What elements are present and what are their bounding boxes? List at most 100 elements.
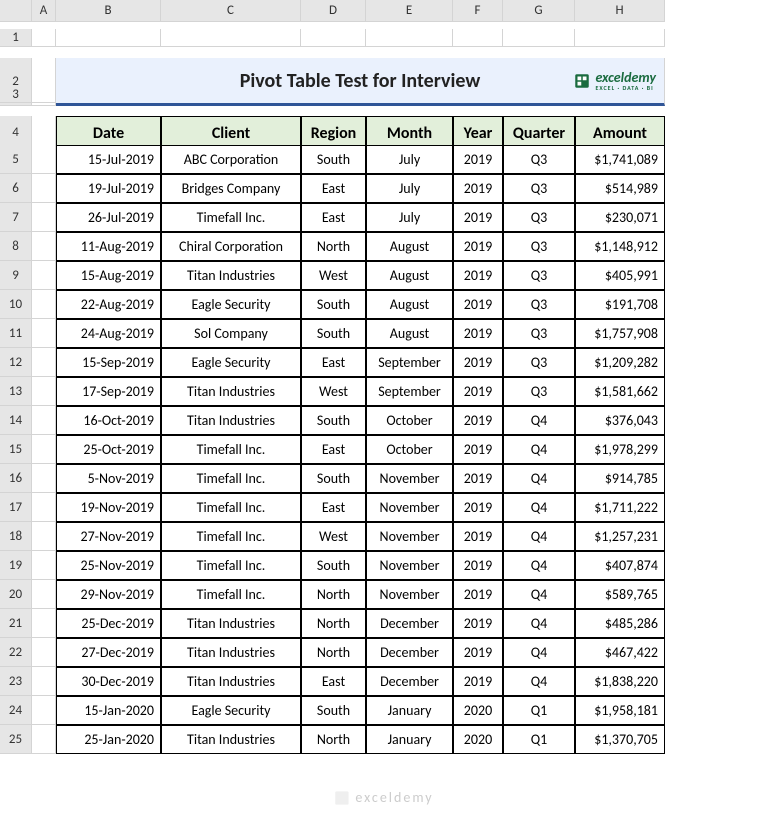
table-cell[interactable]: August	[366, 232, 453, 261]
table-cell[interactable]: $485,286	[575, 609, 665, 638]
table-cell[interactable]: July	[366, 203, 453, 232]
table-cell[interactable]: 11-Aug-2019	[56, 232, 161, 261]
cell-a1[interactable]	[32, 29, 56, 47]
table-cell[interactable]: North	[301, 609, 366, 638]
table-cell[interactable]: Q4	[503, 667, 575, 696]
table-cell[interactable]: Titan Industries	[161, 667, 301, 696]
table-cell[interactable]: Q3	[503, 261, 575, 290]
table-cell[interactable]: 2019	[453, 406, 503, 435]
row-head-16[interactable]: 16	[0, 464, 32, 493]
table-cell[interactable]: Titan Industries	[161, 406, 301, 435]
row-head-24[interactable]: 24	[0, 696, 32, 725]
table-cell[interactable]: November	[366, 522, 453, 551]
table-cell[interactable]: November	[366, 493, 453, 522]
table-cell[interactable]: Sol Company	[161, 319, 301, 348]
empty-cell[interactable]	[56, 29, 161, 47]
table-cell[interactable]: Timefall Inc.	[161, 203, 301, 232]
table-cell[interactable]: 25-Oct-2019	[56, 435, 161, 464]
table-cell[interactable]: Titan Industries	[161, 638, 301, 667]
table-cell[interactable]: Q1	[503, 725, 575, 754]
table-cell[interactable]: $1,148,912	[575, 232, 665, 261]
table-cell[interactable]: Eagle Security	[161, 290, 301, 319]
cell-a8[interactable]	[32, 232, 56, 261]
table-cell[interactable]: October	[366, 435, 453, 464]
cell-a22[interactable]	[32, 638, 56, 667]
table-cell[interactable]: July	[366, 145, 453, 174]
cell-a5[interactable]	[32, 145, 56, 174]
table-cell[interactable]: Q4	[503, 638, 575, 667]
table-cell[interactable]: November	[366, 580, 453, 609]
table-cell[interactable]: 2019	[453, 551, 503, 580]
table-cell[interactable]: 15-Sep-2019	[56, 348, 161, 377]
table-cell[interactable]: 2019	[453, 174, 503, 203]
table-cell[interactable]: ABC Corporation	[161, 145, 301, 174]
table-cell[interactable]: 27-Nov-2019	[56, 522, 161, 551]
table-cell[interactable]: 2019	[453, 203, 503, 232]
empty-cell[interactable]	[453, 29, 503, 47]
table-cell[interactable]: South	[301, 696, 366, 725]
row-head-22[interactable]: 22	[0, 638, 32, 667]
table-cell[interactable]: August	[366, 261, 453, 290]
table-cell[interactable]: 29-Nov-2019	[56, 580, 161, 609]
col-head-F[interactable]: F	[453, 0, 503, 22]
table-cell[interactable]: September	[366, 377, 453, 406]
table-cell[interactable]: $1,958,181	[575, 696, 665, 725]
table-cell[interactable]: 25-Dec-2019	[56, 609, 161, 638]
table-cell[interactable]: $376,043	[575, 406, 665, 435]
table-cell[interactable]: 2019	[453, 667, 503, 696]
table-cell[interactable]: 15-Jan-2020	[56, 696, 161, 725]
empty-cell[interactable]	[161, 29, 301, 47]
cell-a13[interactable]	[32, 377, 56, 406]
table-cell[interactable]: Q4	[503, 522, 575, 551]
table-cell[interactable]: January	[366, 725, 453, 754]
table-cell[interactable]: $589,765	[575, 580, 665, 609]
table-cell[interactable]: $1,838,220	[575, 667, 665, 696]
table-cell[interactable]: Q4	[503, 464, 575, 493]
cell-a14[interactable]	[32, 406, 56, 435]
cell-a16[interactable]	[32, 464, 56, 493]
table-cell[interactable]: Q4	[503, 435, 575, 464]
table-cell[interactable]: 2019	[453, 319, 503, 348]
table-cell[interactable]: 2019	[453, 580, 503, 609]
table-cell[interactable]: 2019	[453, 290, 503, 319]
table-cell[interactable]: November	[366, 464, 453, 493]
cell-a15[interactable]	[32, 435, 56, 464]
table-cell[interactable]: South	[301, 551, 366, 580]
table-cell[interactable]: $1,257,231	[575, 522, 665, 551]
cell-a20[interactable]	[32, 580, 56, 609]
table-cell[interactable]: 2019	[453, 232, 503, 261]
table-cell[interactable]: 2019	[453, 377, 503, 406]
cell-a7[interactable]	[32, 203, 56, 232]
empty-cell[interactable]	[503, 29, 575, 47]
col-head-G[interactable]: G	[503, 0, 575, 22]
col-head-A[interactable]: A	[32, 0, 56, 22]
table-cell[interactable]: Timefall Inc.	[161, 522, 301, 551]
table-cell[interactable]: South	[301, 464, 366, 493]
table-cell[interactable]: Q1	[503, 696, 575, 725]
table-cell[interactable]: 2019	[453, 348, 503, 377]
table-cell[interactable]: $1,581,662	[575, 377, 665, 406]
table-cell[interactable]: $514,989	[575, 174, 665, 203]
table-cell[interactable]: January	[366, 696, 453, 725]
table-cell[interactable]: South	[301, 406, 366, 435]
row-head-20[interactable]: 20	[0, 580, 32, 609]
table-cell[interactable]: 2019	[453, 522, 503, 551]
row-head-25[interactable]: 25	[0, 725, 32, 754]
row-head-5[interactable]: 5	[0, 145, 32, 174]
table-cell[interactable]: 2020	[453, 725, 503, 754]
table-cell[interactable]: Titan Industries	[161, 377, 301, 406]
empty-cell[interactable]	[575, 29, 665, 47]
table-cell[interactable]: December	[366, 638, 453, 667]
cell-a6[interactable]	[32, 174, 56, 203]
row-head-8[interactable]: 8	[0, 232, 32, 261]
table-cell[interactable]: Bridges Company	[161, 174, 301, 203]
table-cell[interactable]: East	[301, 667, 366, 696]
table-cell[interactable]: Q3	[503, 290, 575, 319]
row-head-12[interactable]: 12	[0, 348, 32, 377]
table-cell[interactable]: Timefall Inc.	[161, 551, 301, 580]
table-cell[interactable]: $407,874	[575, 551, 665, 580]
table-cell[interactable]: Q3	[503, 377, 575, 406]
cell-a24[interactable]	[32, 696, 56, 725]
row-head-1[interactable]: 1	[0, 29, 32, 47]
table-cell[interactable]: $1,978,299	[575, 435, 665, 464]
